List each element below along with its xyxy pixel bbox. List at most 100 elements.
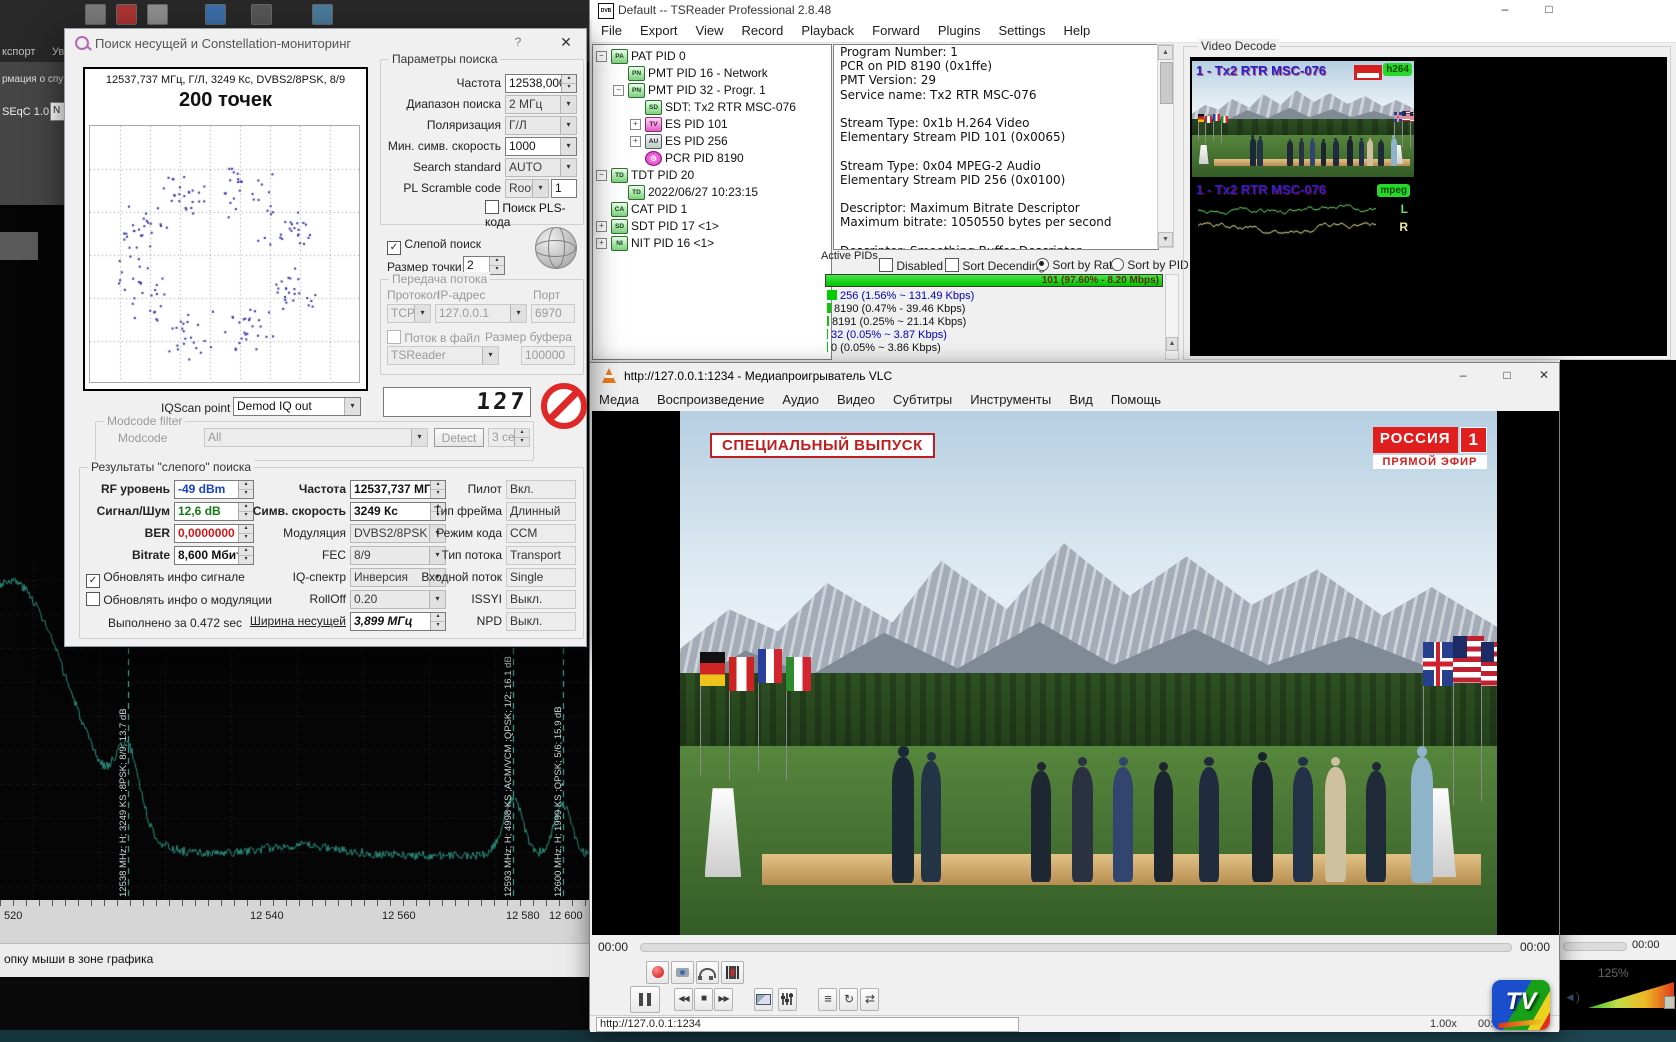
minimize-icon[interactable]: –: [1441, 363, 1485, 389]
vlc-video-area[interactable]: СПЕЦИАЛЬНЫЙ ВЫПУСК РОССИЯ1 ПРЯМОЙ ЭФИР: [592, 411, 1559, 935]
vlc-menu-3[interactable]: Видео: [828, 389, 884, 410]
tsreader-menu-1[interactable]: Export: [631, 20, 687, 41]
scroll-down-icon[interactable]: ▼: [1158, 232, 1173, 247]
vlc-menu-4[interactable]: Субтитры: [884, 389, 961, 410]
dialog-titlebar[interactable]: Поиск несущей и Constellation-мониторинг…: [65, 29, 586, 57]
background-player-seekbar[interactable]: [1563, 942, 1627, 951]
vlc-menu-2[interactable]: Аудио: [773, 389, 828, 410]
ab-loop-button[interactable]: [696, 961, 719, 984]
tree-node[interactable]: +AUES PID 256: [593, 133, 831, 150]
pause-button[interactable]: [630, 986, 660, 1013]
scrollbar-thumb[interactable]: [1160, 62, 1173, 104]
tree-expand-icon[interactable]: +: [596, 221, 607, 232]
param-spinner[interactable]: 12538,000 МГц▴▾: [505, 74, 577, 93]
close-icon[interactable]: ✕: [549, 29, 583, 57]
pid-row[interactable]: 8190 (0.47% - 39.46 Kbps): [827, 303, 965, 316]
pid-row[interactable]: 32 (0.05% ~ 3.87 Kbps): [827, 329, 947, 342]
param-combo[interactable]: 1000▾: [505, 137, 577, 156]
shuffle-button[interactable]: ⇄: [860, 988, 879, 1011]
pid-row[interactable]: 256 (1.56% ~ 131.49 Kbps): [827, 290, 974, 303]
tree-expand-icon[interactable]: +: [596, 238, 607, 249]
tsreader-titlebar[interactable]: DVB Default -- TSReader Professional 2.8…: [590, 0, 1676, 20]
tsreader-menu-5[interactable]: Forward: [863, 20, 929, 41]
volume-box-icon[interactable]: [1664, 996, 1675, 1009]
tsreader-menu-8[interactable]: Help: [1054, 20, 1099, 41]
tree-node[interactable]: −PNPMT PID 32 - Progr. 1: [593, 82, 831, 99]
next-button[interactable]: ▶▶: [714, 988, 733, 1011]
tree-expand-icon[interactable]: −: [596, 51, 607, 62]
tree-node[interactable]: −TDTDT PID 20: [593, 167, 831, 184]
loop-button[interactable]: ↻: [839, 988, 858, 1011]
blind-search-checkbox[interactable]: ✓ Слепой поиск: [387, 237, 481, 255]
tree-node[interactable]: +SDSDT PID 17 <1>: [593, 218, 831, 235]
tree-node[interactable]: PNPMT PID 16 - Network: [593, 65, 831, 82]
frame-by-frame-button[interactable]: [721, 961, 744, 984]
toolbar-icon[interactable]: [147, 4, 168, 25]
pls-search-checkbox[interactable]: Поиск PLS-кода: [485, 200, 583, 229]
tree-node[interactable]: ◷PCR PID 8190: [593, 150, 831, 167]
minimize-icon[interactable]: –: [1485, 0, 1525, 20]
toolbar-icon[interactable]: [116, 4, 137, 25]
param-dropdown[interactable]: Г/Л▾: [505, 116, 577, 135]
vlc-menu-6[interactable]: Вид: [1060, 389, 1102, 410]
vlc-menu-0[interactable]: Медиа: [590, 389, 648, 410]
volume-triangle[interactable]: [1588, 982, 1674, 1008]
pid-list-scrollbar[interactable]: ▲: [1165, 274, 1179, 360]
pid-row[interactable]: 0 (0.05% ~ 3.86 Kbps): [827, 342, 941, 355]
param-dropdown[interactable]: 2 МГц▾: [505, 95, 577, 114]
update-signal-checkbox[interactable]: ✓ Обновлять инфо сигнале: [86, 570, 245, 588]
pid-row[interactable]: 8191 (0.25% ~ 21.14 Kbps): [827, 316, 966, 329]
playback-rate[interactable]: 1.00x: [1430, 1018, 1457, 1030]
snapshot-button[interactable]: [671, 961, 694, 984]
record-button[interactable]: [646, 961, 669, 984]
disabled-checkbox[interactable]: Disabled: [879, 258, 943, 273]
tsreader-menu-0[interactable]: File: [592, 20, 631, 41]
stop-button[interactable]: ■: [694, 988, 713, 1011]
tsreader-menu-2[interactable]: View: [687, 20, 733, 41]
iqscan-select[interactable]: Demod IQ out▾: [233, 397, 361, 416]
tsreader-menu-4[interactable]: Playback: [792, 20, 863, 41]
toolbar-icon[interactable]: [312, 4, 333, 25]
previous-button[interactable]: ◀◀: [674, 988, 693, 1011]
audio-decode-panel[interactable]: 1 - Tx2 RTR MSC-076 mpeg L R: [1192, 181, 1414, 239]
video-decode-thumbnail[interactable]: 1 - Tx2 RTR MSC-076 h264: [1192, 61, 1414, 177]
tree-expand-icon[interactable]: −: [596, 170, 607, 181]
param-dropdown[interactable]: Root▾: [505, 179, 549, 198]
vlc-menu-5[interactable]: Инструменты: [961, 389, 1060, 410]
tv-player-logo[interactable]: TV: [1492, 980, 1550, 1030]
maximize-icon[interactable]: □: [1529, 0, 1569, 20]
tree-expand-icon[interactable]: −: [613, 85, 624, 96]
vlc-menu-7[interactable]: Помощь: [1102, 389, 1170, 410]
vlc-menu-1[interactable]: Воспроизведение: [648, 389, 773, 410]
maximize-icon[interactable]: □: [1485, 363, 1529, 389]
vlc-titlebar[interactable]: http://127.0.0.1:1234 - Медиапроигрывате…: [590, 363, 1559, 389]
tree-node[interactable]: SDSDT: Tx2 RTR MSC-076: [593, 99, 831, 116]
tsreader-menu-3[interactable]: Record: [732, 20, 792, 41]
scroll-up-icon[interactable]: ▲: [1166, 337, 1178, 351]
toolbar-icon[interactable]: [251, 4, 272, 25]
toolbar-icon[interactable]: [205, 4, 226, 25]
sort-by-rate-radio[interactable]: Sort by Rate: [1036, 258, 1119, 272]
toolbar-icon[interactable]: [85, 4, 106, 25]
fullscreen-button[interactable]: [754, 988, 773, 1011]
globe-icon[interactable]: [535, 227, 577, 269]
scroll-up-icon[interactable]: ▲: [1158, 45, 1173, 60]
tree-node[interactable]: −PAPAT PID 0: [593, 48, 831, 65]
tree-node[interactable]: TD2022/06/27 10:23:15: [593, 184, 831, 201]
tree-node[interactable]: +TVES PID 101: [593, 116, 831, 133]
stop-sign-icon[interactable]: [541, 383, 587, 429]
tsreader-menu-6[interactable]: Plugins: [929, 20, 990, 41]
param-dropdown[interactable]: AUTO▾: [505, 158, 577, 177]
sort-by-pid-radio[interactable]: Sort by PID: [1111, 258, 1189, 272]
playlist-button[interactable]: ≡: [818, 988, 837, 1011]
close-icon[interactable]: ✕: [1529, 363, 1559, 389]
tree-expand-icon[interactable]: +: [630, 136, 641, 147]
stream-url-field[interactable]: http://127.0.0.1:1234: [596, 1017, 1019, 1032]
speaker-icon[interactable]: ◄): [1564, 990, 1580, 1004]
vlc-seekbar[interactable]: [640, 943, 1512, 952]
help-icon[interactable]: ?: [503, 29, 533, 57]
param-spinner[interactable]: 1: [551, 179, 577, 198]
tree-expand-icon[interactable]: +: [630, 119, 641, 130]
extended-settings-button[interactable]: [778, 988, 797, 1011]
info-scrollbar[interactable]: ▲ ▼: [1157, 44, 1174, 248]
